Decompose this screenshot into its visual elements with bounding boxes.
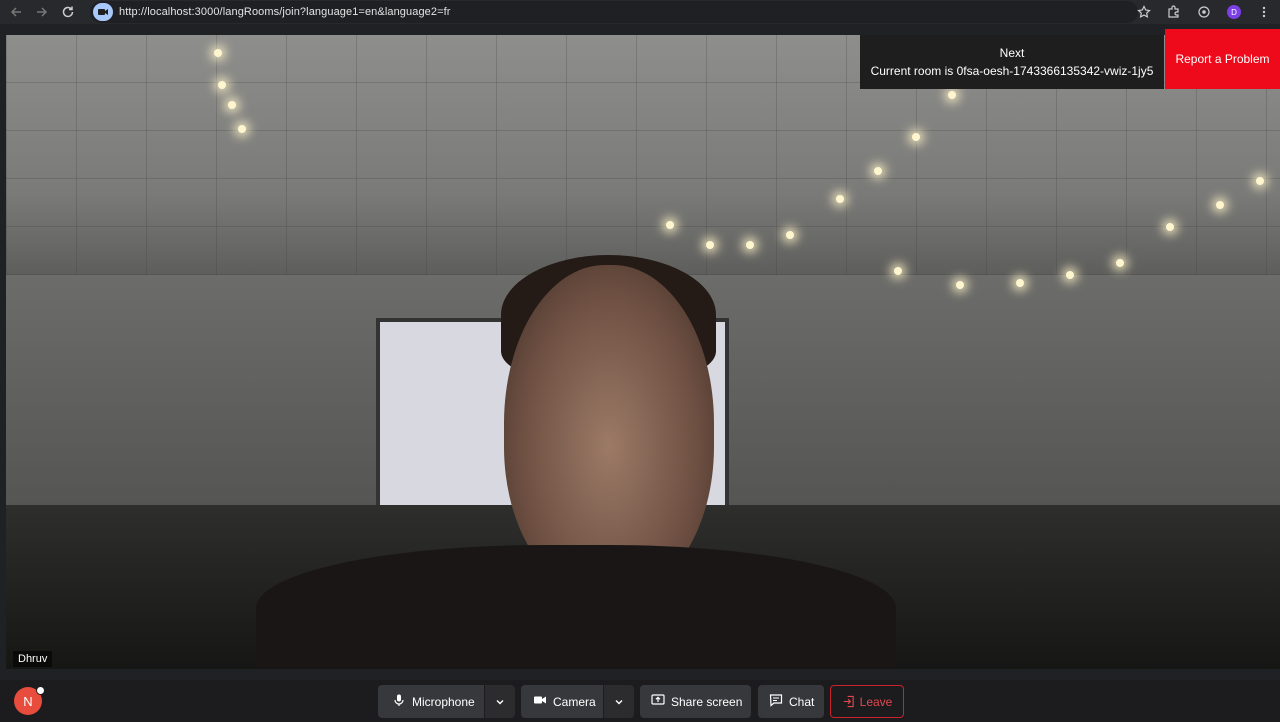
light bbox=[912, 133, 920, 141]
participant-name-tag: Dhruv bbox=[13, 651, 53, 667]
light bbox=[746, 241, 754, 249]
profile-avatar[interactable]: D bbox=[1224, 2, 1244, 22]
light bbox=[948, 91, 956, 99]
light bbox=[1166, 223, 1174, 231]
light bbox=[238, 125, 246, 133]
microphone-label: Microphone bbox=[412, 694, 475, 709]
reload-icon[interactable] bbox=[55, 1, 81, 23]
room-info-panel[interactable]: Next Current room is 0fsa-oesh-174336613… bbox=[860, 35, 1164, 89]
leave-button[interactable]: Leave bbox=[830, 685, 904, 718]
microphone-button[interactable]: Microphone bbox=[378, 685, 484, 718]
light bbox=[706, 241, 714, 249]
browser-toolbar: http://localhost:3000/langRooms/join?lan… bbox=[0, 0, 1280, 24]
chat-button[interactable]: Chat bbox=[758, 685, 824, 718]
light bbox=[228, 101, 236, 109]
microphone-options-button[interactable] bbox=[485, 685, 515, 718]
light bbox=[874, 167, 882, 175]
light bbox=[1016, 279, 1024, 287]
chevron-down-icon bbox=[496, 699, 504, 704]
back-icon[interactable] bbox=[3, 1, 29, 23]
light bbox=[1066, 271, 1074, 279]
control-bar: N Microphone Camera Share screen Chat Le… bbox=[0, 680, 1280, 722]
star-icon[interactable] bbox=[1134, 2, 1154, 22]
light bbox=[786, 231, 794, 239]
leave-label: Leave bbox=[859, 694, 893, 709]
share-screen-button[interactable]: Share screen bbox=[640, 685, 751, 718]
next-label[interactable]: Next bbox=[860, 44, 1164, 62]
forward-icon[interactable] bbox=[29, 1, 55, 23]
camera-icon bbox=[533, 693, 547, 710]
light bbox=[1116, 259, 1124, 267]
light bbox=[1216, 201, 1224, 209]
status-dot bbox=[36, 686, 45, 695]
avatar-initial: N bbox=[23, 693, 33, 709]
light bbox=[956, 281, 964, 289]
address-bar[interactable]: http://localhost:3000/langRooms/join?lan… bbox=[90, 1, 1138, 23]
profile-initial: D bbox=[1227, 5, 1241, 19]
extensions-icon[interactable] bbox=[1164, 2, 1184, 22]
chat-label: Chat bbox=[789, 694, 815, 709]
share-screen-icon bbox=[651, 693, 665, 710]
menu-icon[interactable] bbox=[1254, 2, 1274, 22]
chevron-down-icon bbox=[615, 699, 623, 704]
leave-icon bbox=[843, 695, 854, 708]
video-feed: Dhruv bbox=[6, 35, 1280, 669]
cast-icon[interactable] bbox=[1194, 2, 1214, 22]
camera-button[interactable]: Camera bbox=[521, 685, 603, 718]
participant-body bbox=[256, 545, 896, 669]
site-icon[interactable] bbox=[93, 3, 113, 21]
light bbox=[836, 195, 844, 203]
light bbox=[1256, 177, 1264, 185]
light bbox=[214, 49, 222, 57]
light bbox=[666, 221, 674, 229]
camera-options-button[interactable] bbox=[604, 685, 634, 718]
chat-icon bbox=[769, 693, 783, 710]
light bbox=[218, 81, 226, 89]
url-text[interactable]: http://localhost:3000/langRooms/join?lan… bbox=[119, 6, 451, 18]
camera-label: Camera bbox=[553, 694, 596, 709]
microphone-icon bbox=[392, 693, 406, 710]
report-problem-button[interactable]: Report a Problem bbox=[1165, 29, 1280, 89]
current-room-text: Current room is 0fsa-oesh-1743366135342-… bbox=[870, 64, 1154, 78]
share-screen-label: Share screen bbox=[671, 694, 743, 709]
light bbox=[894, 267, 902, 275]
